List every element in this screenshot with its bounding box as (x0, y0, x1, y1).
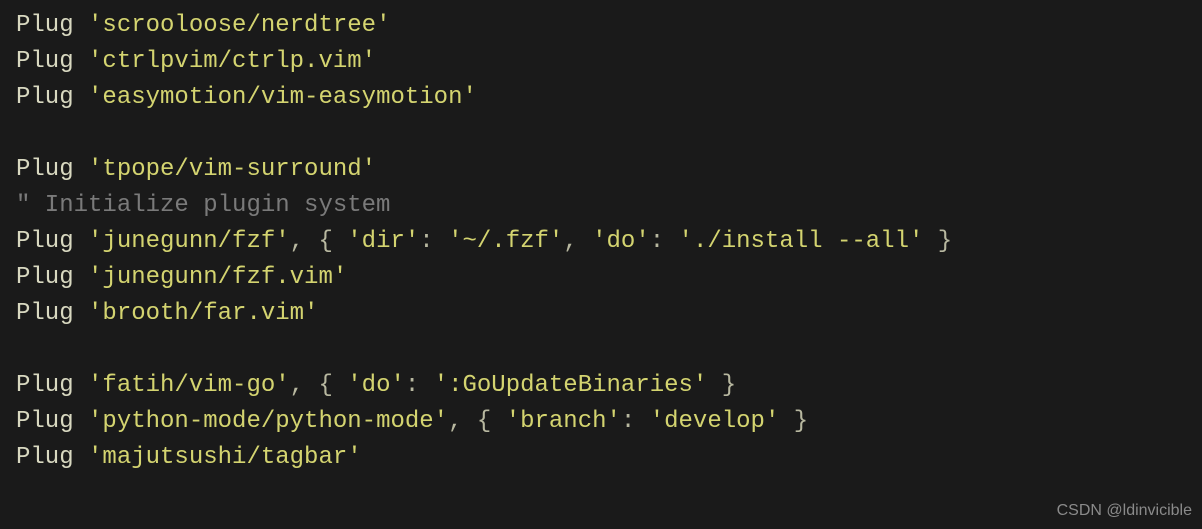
code-block: Plug 'scrooloose/nerdtree' Plug 'ctrlpvi… (0, 8, 1202, 476)
string-literal: 'junegunn/fzf' (88, 224, 290, 260)
code-line: Plug 'junegunn/fzf.vim' (16, 260, 1202, 296)
punctuation: : (621, 404, 650, 440)
string-literal: 'scrooloose/nerdtree' (88, 8, 390, 44)
string-literal: 'branch' (506, 404, 621, 440)
keyword: Plug (16, 44, 74, 80)
punctuation: : (419, 224, 448, 260)
string-literal: ':GoUpdateBinaries' (434, 368, 708, 404)
keyword: Plug (16, 80, 74, 116)
code-line: Plug 'fatih/vim-go', { 'do': ':GoUpdateB… (16, 368, 1202, 404)
punctuation: : (650, 224, 679, 260)
keyword: Plug (16, 260, 74, 296)
punctuation: , { (448, 404, 506, 440)
punctuation: , (563, 224, 592, 260)
keyword: Plug (16, 368, 74, 404)
punctuation: } (707, 368, 736, 404)
keyword: Plug (16, 152, 74, 188)
punctuation: } (923, 224, 952, 260)
keyword: Plug (16, 296, 74, 332)
code-line: Plug 'ctrlpvim/ctrlp.vim' (16, 44, 1202, 80)
code-line: " Initialize plugin system (16, 188, 1202, 224)
code-line: Plug 'scrooloose/nerdtree' (16, 8, 1202, 44)
string-literal: 'fatih/vim-go' (88, 368, 290, 404)
string-literal: 'ctrlpvim/ctrlp.vim' (88, 44, 376, 80)
string-literal: 'majutsushi/tagbar' (88, 440, 362, 476)
punctuation: , { (290, 224, 348, 260)
punctuation: } (779, 404, 808, 440)
comment: " Initialize plugin system (16, 188, 390, 224)
string-literal: 'do' (592, 224, 650, 260)
string-literal: 'easymotion/vim-easymotion' (88, 80, 477, 116)
string-literal: 'develop' (650, 404, 780, 440)
code-line: Plug 'python-mode/python-mode', { 'branc… (16, 404, 1202, 440)
keyword: Plug (16, 440, 74, 476)
code-line: Plug 'tpope/vim-surround' (16, 152, 1202, 188)
blank-line (16, 116, 1202, 152)
string-literal: 'do' (347, 368, 405, 404)
keyword: Plug (16, 8, 74, 44)
string-literal: 'python-mode/python-mode' (88, 404, 448, 440)
punctuation: : (405, 368, 434, 404)
string-literal: 'dir' (347, 224, 419, 260)
string-literal: '~/.fzf' (448, 224, 563, 260)
code-line: Plug 'easymotion/vim-easymotion' (16, 80, 1202, 116)
code-line: Plug 'brooth/far.vim' (16, 296, 1202, 332)
blank-line (16, 332, 1202, 368)
string-literal: './install --all' (679, 224, 924, 260)
string-literal: 'junegunn/fzf.vim' (88, 260, 347, 296)
watermark: CSDN @ldinvicible (1057, 499, 1192, 523)
code-line: Plug 'majutsushi/tagbar' (16, 440, 1202, 476)
string-literal: 'tpope/vim-surround' (88, 152, 376, 188)
string-literal: 'brooth/far.vim' (88, 296, 318, 332)
keyword: Plug (16, 224, 74, 260)
keyword: Plug (16, 404, 74, 440)
code-line: Plug 'junegunn/fzf', { 'dir': '~/.fzf', … (16, 224, 1202, 260)
punctuation: , { (290, 368, 348, 404)
